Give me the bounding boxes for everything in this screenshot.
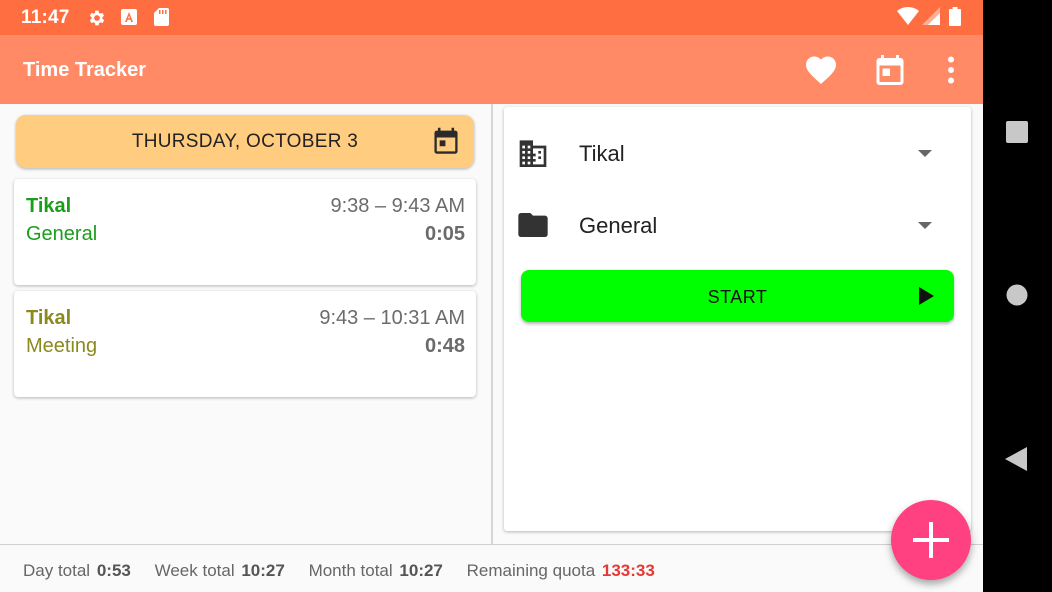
dropdown-arrow-icon [918,222,932,229]
more-options-button[interactable] [933,52,969,88]
recents-button[interactable] [1006,121,1028,148]
a-notification-icon [121,8,137,31]
start-label: START [707,287,768,307]
status-bar: 11:47 [0,0,983,35]
entry-task: General [26,223,98,245]
battery-icon [949,7,961,31]
time-entry-card[interactable]: Tikal Meeting 9:43 – 10:31 AM 0:48 [14,291,476,397]
add-entry-button[interactable] [891,500,971,580]
task-value: General [579,213,658,238]
app-screen: 11:47 Time Tracker THURSDAY, OCTOBER 3 T… [0,0,983,592]
calendar-icon [876,55,904,85]
totals-footer: Day total 0:53 Week total 10:27 Month to… [0,544,983,592]
status-time: 11:47 [21,7,70,28]
remaining-quota-label: Remaining quota [466,561,596,580]
day-total-label: Day total [23,561,91,580]
tracker-card: Tikal General START [504,107,971,531]
project-value: Tikal [579,141,625,166]
date-label: THURSDAY, OCTOBER 3 [131,131,359,152]
entry-time-range: 9:38 – 9:43 AM [330,195,465,217]
sd-card-icon [154,8,169,31]
recents-icon [1006,121,1028,143]
calendar-icon [432,126,460,161]
folder-icon [517,211,549,244]
wifi-icon [897,6,919,30]
entry-time-range: 9:43 – 10:31 AM [319,307,465,329]
settings-icon [87,8,107,33]
remaining-quota-value: 133:33 [601,561,655,580]
app-title: Time Tracker [23,59,147,81]
entry-task: Meeting [26,335,98,357]
time-entry-card[interactable]: Tikal General 9:38 – 9:43 AM 0:05 [14,179,476,285]
project-selector[interactable]: Tikal [504,125,971,181]
more-vert-icon [948,56,954,84]
month-total-value: 10:27 [399,561,443,580]
favorite-icon [806,56,836,85]
day-total-value: 0:53 [96,561,131,580]
entry-duration: 0:48 [424,335,465,357]
pane-divider [491,104,493,544]
date-selector[interactable]: THURSDAY, OCTOBER 3 [16,115,474,168]
month-total-label: Month total [308,561,393,580]
home-icon [1006,284,1028,306]
navigation-bar [983,0,1052,592]
dropdown-arrow-icon [918,150,932,157]
home-button[interactable] [1006,284,1028,311]
signal-icon [922,7,940,30]
favorite-button[interactable] [803,52,839,88]
back-icon [1005,447,1027,471]
week-total-label: Week total [154,561,235,580]
entry-project: Tikal [26,195,72,217]
app-bar: Time Tracker [0,35,983,104]
entry-duration: 0:05 [424,223,465,245]
entries-pane: THURSDAY, OCTOBER 3 Tikal General 9:38 –… [0,104,491,544]
start-button[interactable]: START [521,270,954,322]
back-button[interactable] [1005,447,1027,476]
calendar-button[interactable] [872,52,908,88]
task-selector[interactable]: General [504,197,971,253]
week-total-value: 10:27 [241,561,285,580]
building-icon [517,139,549,172]
play-icon [919,287,934,305]
entry-project: Tikal [26,307,72,329]
